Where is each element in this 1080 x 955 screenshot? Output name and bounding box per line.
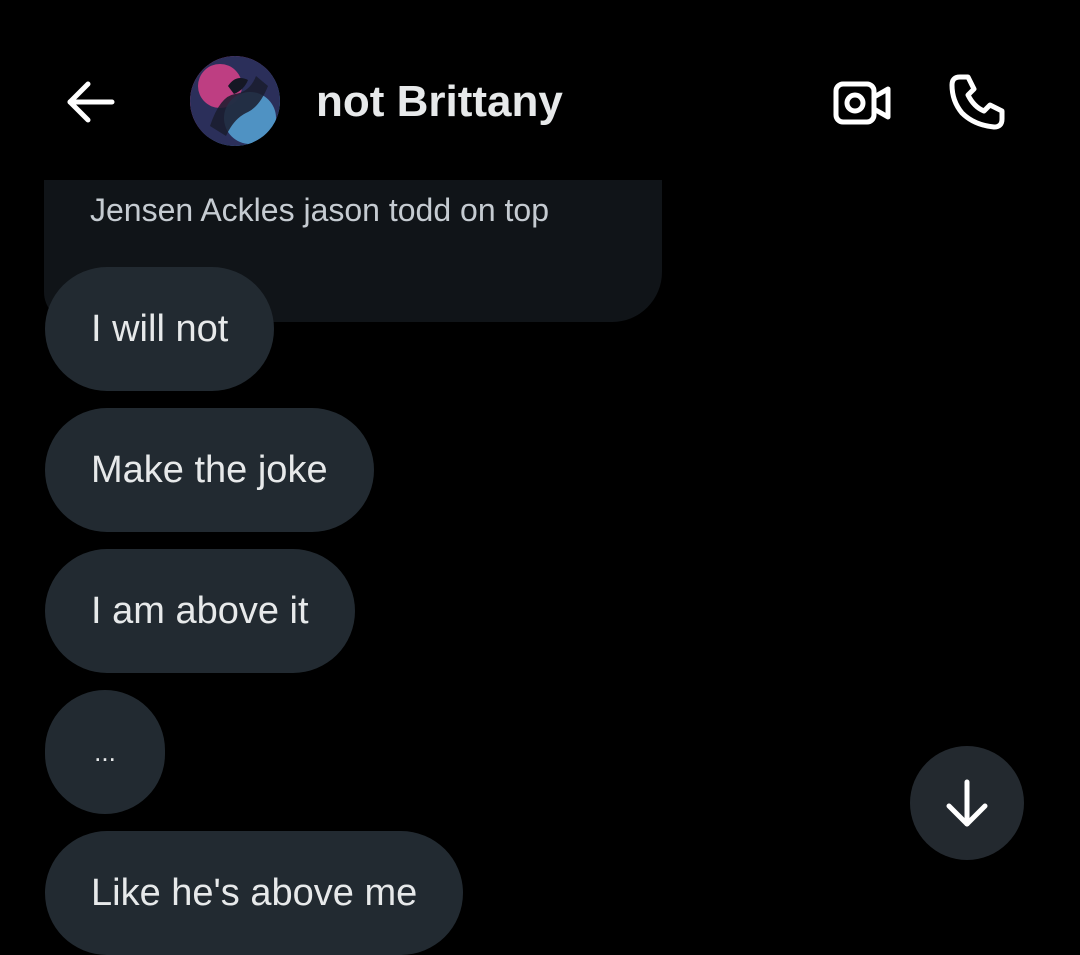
arrow-left-icon: [67, 81, 115, 123]
message-bubble[interactable]: Like he's above me: [45, 831, 464, 955]
quoted-message-text: Jensen Ackles jason todd on top: [90, 192, 549, 228]
video-call-button[interactable]: [828, 72, 898, 134]
video-camera-icon: [833, 81, 891, 125]
scroll-to-bottom-button[interactable]: [910, 746, 1024, 860]
conversation-header: not Brittany: [0, 0, 1080, 180]
voice-call-button[interactable]: [942, 68, 1012, 136]
message-bubble[interactable]: I will not: [45, 267, 275, 391]
arrow-down-icon: [946, 779, 988, 827]
message-bubble[interactable]: ...: [45, 690, 165, 814]
message-bubble[interactable]: I am above it: [45, 549, 355, 673]
contact-name[interactable]: not Brittany: [316, 74, 563, 130]
message-bubble[interactable]: Make the joke: [45, 408, 374, 532]
avatar[interactable]: [190, 56, 280, 146]
back-button[interactable]: [58, 72, 122, 132]
phone-icon: [949, 74, 1005, 130]
